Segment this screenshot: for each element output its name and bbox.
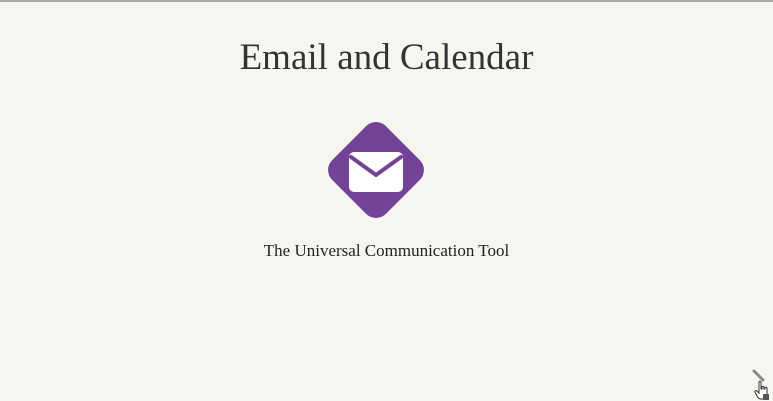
slide-title: Email and Calendar [239,37,534,78]
envelope-icon [328,122,424,218]
slide: Email and Calendar The Universal Communi… [0,0,773,401]
slide-subtitle: The Universal Communication Tool [263,241,510,260]
hand-cursor-icon [754,380,769,400]
